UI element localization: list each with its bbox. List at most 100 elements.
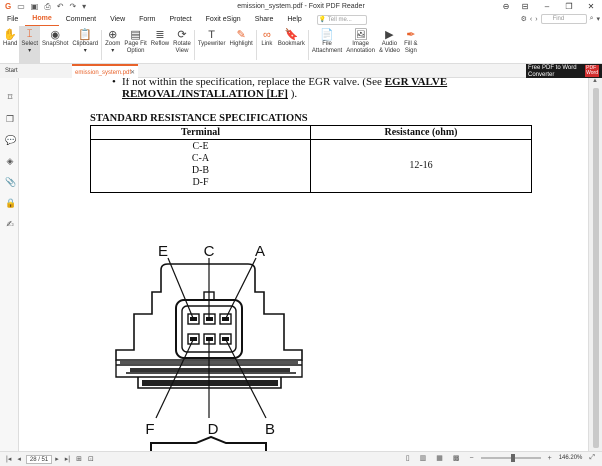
vertical-scrollbar[interactable]: ▲ [588, 78, 602, 451]
facing-page-icon[interactable]: ▦ [433, 454, 446, 462]
signature-panel-icon[interactable]: ✍ [5, 219, 15, 229]
menu-view[interactable]: View [103, 13, 132, 26]
menu-file[interactable]: File [0, 13, 25, 26]
tab-label: emission_system.pdf [75, 70, 132, 76]
menu-share[interactable]: Share [248, 13, 281, 26]
find-input[interactable]: Find [540, 14, 587, 24]
first-page-icon[interactable]: |◂ [0, 455, 14, 463]
menu-right-tools: ⚙ ‹ › Find ⌕ ▾ [521, 14, 600, 24]
zoom-level[interactable]: 146.20% [559, 455, 583, 461]
zoom-out-icon[interactable]: − [467, 455, 477, 462]
menu-protect[interactable]: Protect [162, 13, 198, 26]
customize-icon[interactable]: ▾ [82, 2, 86, 11]
zoom-slider[interactable] [480, 454, 541, 462]
link-button[interactable]: ∞ Link [258, 26, 276, 64]
menu-form[interactable]: Form [132, 13, 162, 26]
pdf-to-word-promo[interactable]: Free PDF to Word Converter PDF Word [526, 64, 602, 78]
menu-comment[interactable]: Comment [59, 13, 103, 26]
page-number-input[interactable]: 28 / 51 [25, 454, 53, 464]
bookmark-button[interactable]: 🔖 Bookmark [276, 26, 307, 64]
page-options-icon[interactable]: ⊞ [73, 455, 85, 463]
search-icon[interactable]: ⌕ [590, 15, 594, 23]
menu-foxit-esign[interactable]: Foxit eSign [199, 13, 248, 26]
comments-panel-icon[interactable]: 💬 [5, 135, 16, 145]
pages-panel-icon[interactable]: ❐ [5, 114, 15, 124]
clipboard-icon: 📋 [78, 29, 93, 41]
status-bar: |◂ ◂ 28 / 51 ▸ ▸| ⊞ ⊡ ▯ ▥ ▦ ▩ − + 146.20… [0, 451, 602, 466]
search-options-icon[interactable]: ▾ [596, 15, 600, 23]
typewriter-icon: T [208, 28, 216, 41]
fill-sign-button[interactable]: ✒ Fill & Sign [402, 26, 420, 64]
bullet-instruction: • If not within the specification, replac… [112, 78, 448, 88]
section-title: STANDARD RESISTANCE SPECIFICATIONS [90, 113, 308, 124]
highlight-button[interactable]: ✎ Highlight [228, 26, 255, 64]
user-icon[interactable]: ⊖ [498, 0, 514, 13]
highlighter-icon: ✎ [236, 29, 246, 41]
restore-button[interactable]: ❐ [558, 0, 580, 13]
ribbon-divider [193, 30, 195, 60]
snapshot-button[interactable]: ◉ SnapShot [40, 26, 70, 64]
close-button[interactable]: ✕ [580, 0, 602, 13]
tell-me-input[interactable]: Tell me... [316, 14, 367, 25]
security-panel-icon[interactable]: 🔒 [5, 198, 16, 208]
menu-home[interactable]: Home [25, 12, 59, 27]
fullscreen-icon[interactable]: ⤢ [586, 454, 598, 462]
bookmark-panel-icon[interactable]: ⌑ [5, 92, 15, 102]
grid-view-icon[interactable]: ▩ [450, 454, 463, 462]
label-terminal-e: E [158, 243, 168, 260]
pdf-page: • If not within the specification, replac… [26, 78, 575, 451]
open-icon[interactable]: ▭ [17, 2, 25, 11]
select-button[interactable]: 𝙸 Select ▾ [19, 26, 41, 64]
scroll-up-icon[interactable]: ▲ [592, 78, 598, 84]
prev-page-icon[interactable]: ◂ [14, 455, 24, 463]
navigation-sidebar: ⌑ ❐ 💬 ◈ 📎 🔒 ✍ ▸ [0, 78, 26, 451]
hand-button[interactable]: ✋ Hand [1, 26, 19, 64]
tab-start[interactable]: Start [0, 64, 72, 78]
egr-removal-link[interactable]: REMOVAL/INSTALLATION [LF] [122, 88, 288, 100]
tab-emission-system[interactable]: emission_system.pdf ✕ [72, 64, 138, 78]
typewriter-button[interactable]: T Typewriter [196, 26, 228, 64]
image-annotation-button[interactable]: 🖼 Image Annotation [344, 26, 377, 64]
file-attachment-button[interactable]: 📄 File Attachment [310, 26, 344, 64]
page-options-icon-2[interactable]: ⊡ [85, 455, 97, 463]
table-header-resistance: Resistance (ohm) [310, 125, 532, 140]
redo-icon[interactable]: ↷ [69, 2, 76, 11]
egr-valve-connector-diagram: E C A F D B [115, 243, 303, 451]
reflow-button[interactable]: ≣ Reflow [149, 26, 171, 64]
print-icon[interactable]: ⎙ [44, 2, 50, 12]
menu-help[interactable]: Help [280, 13, 308, 26]
undo-icon[interactable]: ↶ [57, 2, 64, 11]
audio-video-button[interactable]: ▶ Audio & Video [377, 26, 402, 64]
forward-icon[interactable]: › [535, 16, 537, 23]
save-icon[interactable]: ▣ [31, 2, 39, 11]
zoom-slider-knob[interactable] [510, 454, 515, 462]
last-page-icon[interactable]: ▸| [62, 455, 73, 463]
zoom-in-icon[interactable]: + [545, 455, 555, 462]
settings-icon[interactable]: ⚙ [521, 15, 527, 23]
single-page-icon[interactable]: ▯ [403, 454, 413, 462]
quick-access-toolbar: G ▭ ▣ ⎙ ↶ ↷ ▾ [0, 2, 86, 12]
ribbon-toggle-icon[interactable]: ⊟ [514, 0, 536, 13]
back-icon[interactable]: ‹ [530, 16, 532, 23]
rotate-view-button[interactable]: ⟳ Rotate View [171, 26, 193, 64]
page-fit-button[interactable]: ▤ Page Fit Option [122, 26, 148, 64]
label-terminal-f: F [145, 421, 154, 438]
layers-panel-icon[interactable]: ◈ [5, 156, 15, 166]
next-page-icon[interactable]: ▸ [52, 455, 62, 463]
document-viewport[interactable]: • If not within the specification, replac… [19, 78, 588, 451]
pdf-word-badge-icon: PDF Word [585, 65, 599, 77]
label-terminal-c: C [204, 243, 215, 260]
continuous-page-icon[interactable]: ▥ [417, 454, 430, 462]
ribbon-divider [307, 30, 309, 60]
egr-valve-link[interactable]: EGR VALVE [385, 78, 447, 88]
zoom-button[interactable]: ⊕ Zoom ▾ [103, 26, 122, 64]
clipboard-button[interactable]: 📋 Clipboard ▾ [70, 26, 100, 64]
ribbon-divider [255, 30, 257, 60]
minimize-button[interactable]: – [536, 0, 558, 13]
image-icon: 🖼 [353, 29, 368, 41]
chevron-down-icon: ▾ [28, 48, 32, 54]
scrollbar-thumb[interactable] [593, 88, 599, 448]
label-terminal-a: A [255, 243, 265, 260]
attachments-panel-icon[interactable]: 📎 [5, 177, 16, 187]
attachment-icon: 📄 [320, 29, 334, 41]
